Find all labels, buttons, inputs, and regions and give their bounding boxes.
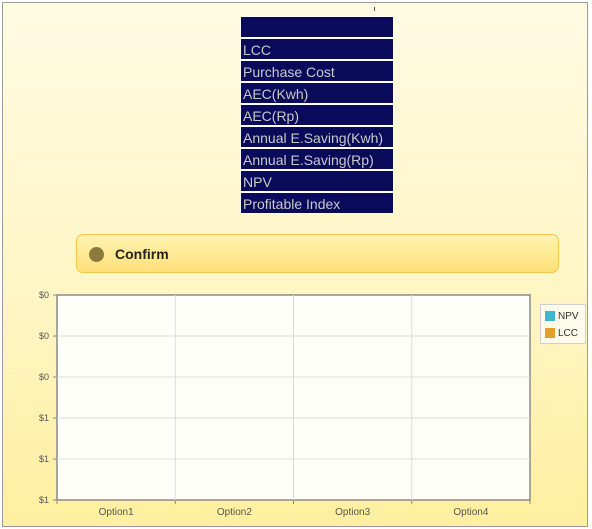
y-tick-label: $1 bbox=[39, 413, 49, 423]
y-tick-label: $1 bbox=[39, 454, 49, 464]
confirm-label: Confirm bbox=[115, 246, 169, 262]
listbox-option[interactable]: AEC(Kwh) bbox=[241, 83, 393, 105]
x-tick-label: Option3 bbox=[335, 507, 370, 518]
chart-legend: NPV LCC bbox=[540, 304, 586, 344]
listbox-option[interactable]: Profitable Index bbox=[241, 193, 393, 213]
bar-chart: $1 $1 $1 $0 $0 $0 Option1 Option2 Option3 Option4 bbox=[39, 290, 531, 518]
circle-icon bbox=[89, 247, 104, 262]
listbox-option[interactable] bbox=[241, 17, 393, 39]
divider-tick bbox=[374, 7, 375, 11]
listbox-option[interactable]: Purchase Cost bbox=[241, 61, 393, 83]
legend-swatch-lcc bbox=[545, 328, 555, 339]
legend-label-lcc: LCC bbox=[558, 328, 579, 339]
listbox-option[interactable]: Annual E.Saving(Kwh) bbox=[241, 127, 393, 149]
y-tick-label: $0 bbox=[39, 372, 49, 382]
legend-label-npv: NPV bbox=[558, 311, 579, 322]
y-tick-label: $0 bbox=[39, 331, 49, 341]
app-frame: LCC Purchase Cost AEC(Kwh) AEC(Rp) Annual E.… bbox=[2, 2, 588, 527]
listbox-option[interactable]: NPV bbox=[241, 171, 393, 193]
legend-item-npv: NPV bbox=[545, 311, 579, 323]
chart-area: $1 $1 $1 $0 $0 $0 Option1 Option2 Option3 Option4 bbox=[3, 283, 587, 526]
confirm-button[interactable]: Confirm bbox=[76, 234, 559, 273]
y-tick-label: $1 bbox=[39, 495, 49, 505]
x-tick-label: Option4 bbox=[453, 507, 488, 518]
x-tick-label: Option2 bbox=[217, 507, 252, 518]
x-tick-label: Option1 bbox=[99, 507, 134, 518]
y-tick-label: $0 bbox=[39, 290, 49, 300]
legend-swatch-npv bbox=[545, 311, 555, 322]
listbox-option[interactable]: AEC(Rp) bbox=[241, 105, 393, 127]
listbox-option[interactable]: Annual E.Saving(Rp) bbox=[241, 149, 393, 171]
legend-item-lcc: LCC bbox=[545, 328, 578, 340]
metric-listbox[interactable]: LCC Purchase Cost AEC(Kwh) AEC(Rp) Annual E.… bbox=[240, 16, 394, 214]
listbox-option[interactable]: LCC bbox=[241, 39, 393, 61]
